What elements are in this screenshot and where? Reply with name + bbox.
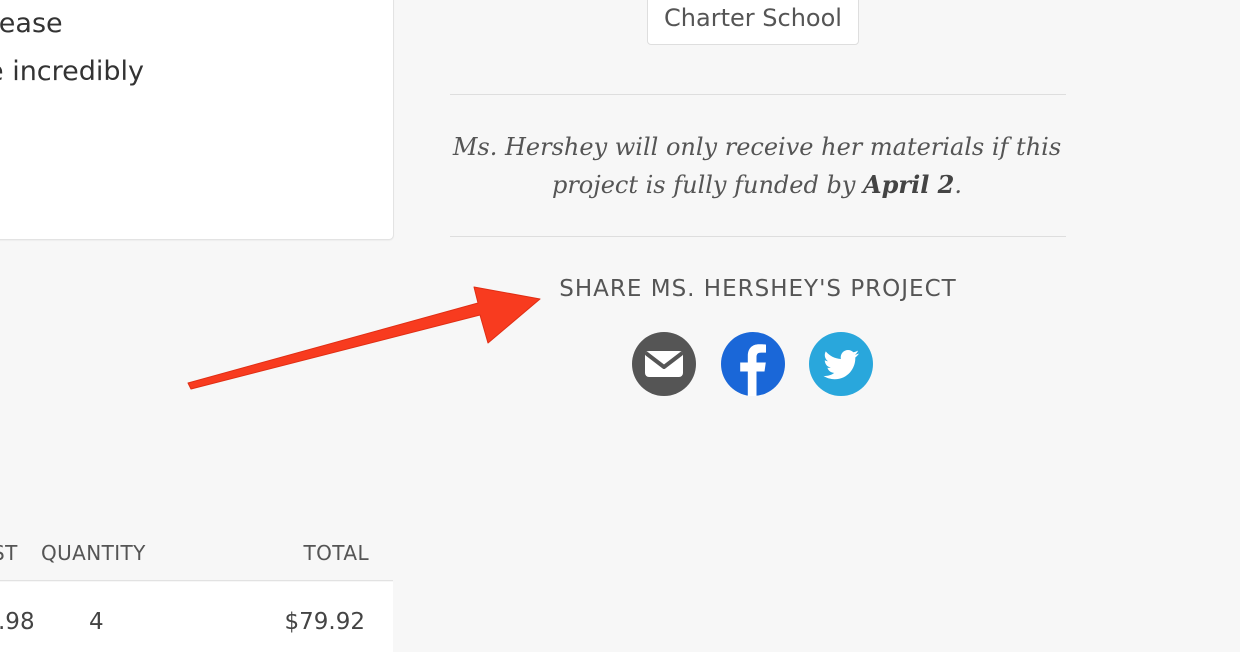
materials-table: ST QUANTITY TOTAL .98 4 $79.92 [0,530,393,652]
cell-total: $79.92 [284,609,365,635]
description-text-line: e incredibly [0,56,145,87]
cell-quantity: 4 [89,609,104,635]
share-email-button[interactable] [632,332,696,396]
project-description-card: Please e incredibly [0,0,394,240]
divider [450,94,1066,95]
funding-deadline-notice: Ms. Hershey will only receive her materi… [445,128,1069,204]
column-header-cost: ST [0,541,18,565]
facebook-icon [740,344,766,396]
deadline-suffix: . [954,171,963,199]
share-facebook-button[interactable] [721,332,785,396]
description-text-line: Please [0,8,63,39]
table-row: .98 4 $79.92 [0,582,393,652]
materials-table-header: ST QUANTITY TOTAL [0,530,393,581]
deadline-text: Ms. Hershey will only receive her materi… [452,133,1062,199]
deadline-date: April 2 [863,170,955,199]
cell-cost: .98 [0,609,35,635]
share-twitter-button[interactable] [809,332,873,396]
envelope-icon [645,351,683,377]
share-project-heading: SHARE MS. HERSHEY'S PROJECT [559,276,957,302]
column-header-quantity: QUANTITY [41,541,146,565]
twitter-bird-icon [823,350,859,380]
school-type-tag[interactable]: Charter School [647,0,859,45]
column-header-total: TOTAL [303,541,369,565]
divider [450,236,1066,237]
